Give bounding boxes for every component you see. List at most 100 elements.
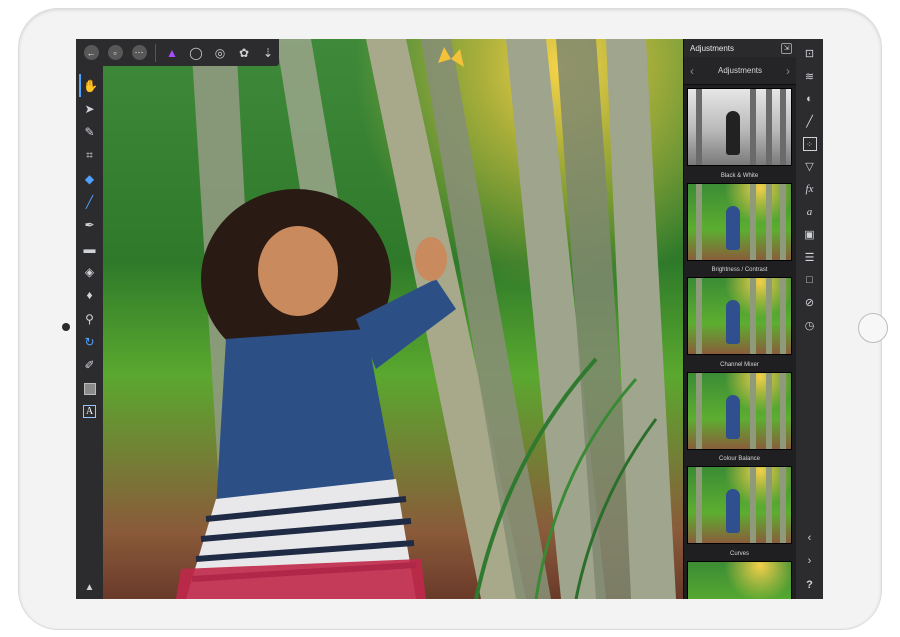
adjustments-panel: Adjustments ⇲ ‹ Adjustments › Black & Wh…: [683, 39, 796, 599]
persona-photo-button[interactable]: ▲: [161, 42, 183, 64]
redeye-icon: ↻: [84, 334, 95, 349]
preset-thumbnail: [687, 182, 792, 261]
preset-label: Channel Mixer: [720, 361, 759, 368]
selection-brush-tool[interactable]: ◆: [79, 167, 101, 190]
export-persona-button[interactable]: ⇣: [257, 42, 279, 64]
chevron-left-icon[interactable]: ‹: [796, 532, 823, 544]
selection-lasso-icon: ◯: [189, 45, 203, 60]
filters-icon: ▽: [805, 161, 814, 174]
adjustments-icon: ⁘: [802, 137, 817, 152]
dodge-icon: ♦: [86, 288, 93, 303]
channels-studio[interactable]: ◐: [799, 87, 821, 110]
preset-list: Black & White Brightness / Contrast Chan…: [684, 85, 796, 599]
crop-tool[interactable]: ⌗: [79, 144, 101, 167]
pin-icon[interactable]: ⇲: [781, 42, 792, 54]
paint-brush-tool[interactable]: ╱: [79, 190, 101, 213]
effects-studio[interactable]: fx: [799, 178, 821, 201]
blur-tool[interactable]: ✐: [79, 354, 101, 377]
layers-icon: ≋: [804, 70, 815, 83]
preset-thumbnail: [687, 277, 792, 355]
layers-studio[interactable]: ≋: [799, 65, 821, 88]
front-camera: [62, 323, 70, 331]
fill-icon: ◈: [84, 265, 95, 280]
preset-thumbnail: [687, 466, 792, 544]
export-icon: ⇣: [262, 45, 274, 60]
preset-label: Curves: [729, 550, 749, 557]
pen-brush-icon: ✒: [84, 218, 95, 233]
channels-icon: ◐: [806, 92, 813, 105]
more-icon: ⋯: [131, 45, 147, 60]
navigator-icon: ⊡: [804, 47, 815, 60]
fill-tool[interactable]: ◈: [79, 260, 101, 283]
history-icon: ◷: [804, 320, 815, 333]
chevron-left-icon[interactable]: ‹: [690, 64, 694, 78]
settings-icon: ☰: [804, 252, 815, 265]
tools-panel: ✋ ➤ ✎ ⌗ ◆ ╱ ✒ ▬ ◈ ♦ ⚲ ↻ ✐ A ▲: [76, 66, 103, 599]
color-swatch[interactable]: [79, 377, 101, 400]
clone-tool[interactable]: ⚲: [79, 307, 101, 330]
text-tool[interactable]: A: [79, 400, 101, 423]
selection-brush-icon: ◆: [84, 171, 95, 186]
persona-photo-icon: ▲: [166, 45, 178, 60]
selection-persona-button[interactable]: ◯: [185, 42, 207, 64]
crop-icon: ⌗: [86, 148, 93, 163]
clone-icon: ⚲: [85, 311, 94, 326]
redeye-tool[interactable]: ↻: [79, 330, 101, 353]
color-picker-tool[interactable]: ✎: [79, 121, 101, 144]
eraser-tool[interactable]: ▬: [79, 237, 101, 260]
preset-thumbnail: [687, 560, 792, 599]
preset-curves[interactable]: Curves: [687, 466, 792, 561]
camera-icon: ▣: [804, 229, 815, 242]
adjustments-studio[interactable]: ⁘: [799, 133, 821, 156]
hand-icon: ✋: [83, 78, 98, 93]
document-button[interactable]: ▫: [104, 42, 126, 64]
preset-black-white[interactable]: Black & White: [687, 88, 792, 183]
back-button[interactable]: ←: [80, 42, 102, 64]
pen-brush-tool[interactable]: ✒: [79, 214, 101, 237]
transform-studio[interactable]: □: [799, 269, 821, 292]
brushes-studio[interactable]: ╱: [799, 110, 821, 133]
blocked-icon: ⊘: [804, 297, 815, 310]
preset-brightness-contrast[interactable]: Brightness / Contrast: [687, 182, 792, 278]
preset-label: Black & White: [720, 172, 759, 179]
preset-thumbnail: [687, 88, 792, 166]
transform-icon: □: [806, 274, 813, 287]
filters-studio[interactable]: ▽: [799, 155, 821, 178]
brushes-icon: ╱: [806, 115, 813, 128]
top-toolbar: ← ▫ ⋯ ▲ ◯ ◎ ✿ ⇣: [76, 39, 279, 66]
more-button[interactable]: ⋯: [128, 42, 150, 64]
home-button[interactable]: [858, 313, 888, 343]
navigator-studio[interactable]: ⊡: [799, 42, 821, 65]
preset-next-partial[interactable]: [687, 560, 792, 599]
preset-channel-mixer[interactable]: Channel Mixer: [687, 277, 792, 372]
toolbar-divider: [155, 43, 156, 62]
eraser-icon: ▬: [83, 241, 96, 256]
stock-studio[interactable]: ▣: [799, 224, 821, 247]
develop-persona-button[interactable]: ✿: [233, 42, 255, 64]
chevron-right-icon[interactable]: ›: [786, 64, 790, 78]
blur-icon: ✐: [84, 358, 95, 373]
liquify-persona-button[interactable]: ◎: [209, 42, 231, 64]
chevron-right-icon[interactable]: ›: [796, 555, 823, 567]
settings-studio[interactable]: ☰: [799, 246, 821, 269]
develop-icon: ✿: [238, 45, 250, 60]
dodge-tool[interactable]: ♦: [79, 284, 101, 307]
paint-brush-icon: ╱: [85, 195, 94, 210]
move-tool[interactable]: ➤: [79, 97, 101, 120]
hand-tool[interactable]: ✋: [78, 74, 101, 98]
app-screen: ← ▫ ⋯ ▲ ◯ ◎ ✿ ⇣ ✋ ➤ ✎ ⌗ ◆ ╱ ✒ ▬ ◈ ♦ ⚲ ↻ …: [76, 39, 823, 599]
styles-studio[interactable]: a: [799, 201, 821, 224]
liquify-icon: ◎: [214, 45, 226, 60]
back-icon: ←: [83, 45, 99, 60]
move-icon: ➤: [84, 101, 95, 116]
history-studio[interactable]: ◷: [799, 314, 821, 337]
preset-label: Brightness / Contrast: [711, 267, 768, 273]
rectangle-swatch-icon: [83, 382, 96, 395]
context-toolbar-toggle[interactable]: ▲: [76, 582, 103, 593]
category-label: Adjustments: [717, 66, 763, 75]
preset-colour-balance[interactable]: Colour Balance: [687, 371, 792, 467]
blocked-studio[interactable]: ⊘: [799, 292, 821, 315]
studio-bar: ⊡ ≋ ◐ ╱ ⁘ ▽ fx a ▣ ☰ □ ⊘ ◷ ‹ › ?: [796, 39, 823, 599]
help-button[interactable]: ?: [796, 579, 823, 591]
panel-title: Adjustments: [690, 43, 735, 53]
